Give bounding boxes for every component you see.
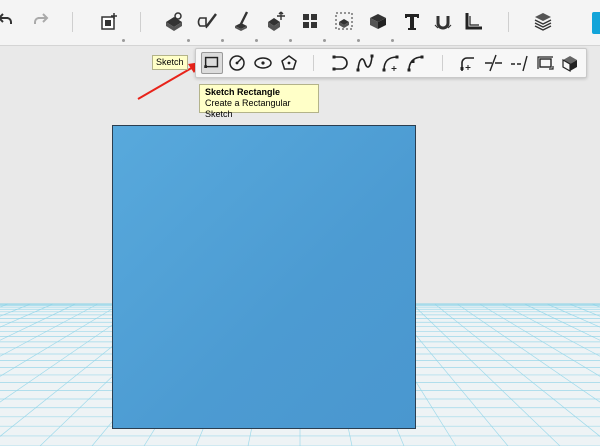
measure-button[interactable] [461, 8, 487, 34]
sub-toolbar-separator [442, 55, 443, 71]
sketch-extend-icon [511, 55, 528, 72]
redo-icon [34, 13, 49, 24]
sketch-fillet-icon [460, 57, 474, 71]
sketch-project-icon [562, 56, 577, 73]
primitives-icon [101, 13, 117, 30]
toolbar-separator [140, 12, 141, 32]
sketch-polygon-button[interactable] [278, 52, 300, 74]
undo-button[interactable] [0, 8, 18, 34]
dropdown-dot [357, 39, 360, 42]
material-button[interactable] [530, 8, 556, 34]
sketch-trim-icon [485, 54, 502, 72]
measure-icon [465, 13, 482, 30]
dropdown-dot [122, 39, 125, 42]
dropdown-dot [221, 39, 224, 42]
modify-button[interactable] [229, 8, 255, 34]
sketch-sub-toolbar [195, 48, 587, 78]
sketch-polyline-icon [332, 55, 348, 71]
sketch-trim-button[interactable] [482, 52, 504, 74]
undo-icon [0, 13, 12, 24]
group-button[interactable] [331, 8, 357, 34]
brand-corner[interactable] [592, 12, 600, 34]
construct-button[interactable] [161, 8, 187, 34]
sketch-fillet-button[interactable] [456, 52, 478, 74]
sketch-spline-button[interactable] [354, 52, 376, 74]
dropdown-dot [391, 39, 394, 42]
dropdown-dot [255, 39, 258, 42]
sketch-tooltip: Sketch [152, 55, 188, 70]
sketch-rectangle-tooltip: Sketch Rectangle Create a Rectangular Sk… [199, 84, 319, 119]
sketch-ellipse-icon [254, 57, 272, 69]
combine-button[interactable] [365, 8, 391, 34]
toolbar-separator [508, 12, 509, 32]
tooltip-description: Create a Rectangular Sketch [205, 98, 291, 119]
sketch-ellipse-button[interactable] [252, 52, 274, 74]
sketch-spline-icon [356, 54, 374, 72]
primitives-button[interactable] [96, 8, 122, 34]
sketch-polygon-icon [281, 55, 297, 70]
material-icon [534, 13, 552, 31]
sub-toolbar-separator [313, 55, 314, 71]
dropdown-dot [323, 39, 326, 42]
sketch-offset-icon [537, 56, 554, 70]
snap-button[interactable] [430, 8, 456, 34]
construct-icon [166, 12, 182, 31]
blue-box-object[interactable] [112, 125, 416, 429]
sketch-button[interactable] [195, 8, 221, 34]
group-icon [335, 12, 353, 30]
transform-icon [268, 11, 285, 31]
pattern-button[interactable] [297, 8, 323, 34]
sketch-circle-button[interactable] [226, 52, 248, 74]
sketch-project-button[interactable] [559, 52, 581, 74]
modify-icon [235, 11, 249, 31]
dropdown-dot [187, 39, 190, 42]
pattern-icon [303, 14, 317, 28]
combine-icon [370, 14, 386, 29]
sketch-polyline-button[interactable] [329, 52, 351, 74]
sketch-extend-button[interactable] [508, 52, 530, 74]
sketch-icon [197, 13, 217, 29]
transform-button[interactable] [263, 8, 289, 34]
sketch-rectangle-icon [204, 56, 219, 68]
sketch-two-point-arc-button[interactable] [379, 52, 401, 74]
text-icon [405, 14, 419, 30]
toolbar-separator [72, 12, 73, 32]
sketch-two-point-arc-icon [382, 55, 399, 72]
redo-button[interactable] [28, 8, 54, 34]
main-toolbar [0, 0, 600, 46]
sketch-three-point-arc-icon [407, 55, 424, 72]
tooltip-title: Sketch Rectangle [205, 87, 281, 97]
sketch-rectangle-button[interactable] [201, 52, 223, 74]
sketch-offset-button[interactable] [534, 52, 556, 74]
text-button[interactable] [399, 8, 425, 34]
dropdown-dot [289, 39, 292, 42]
sketch-circle-icon [229, 55, 245, 71]
sketch-three-point-arc-button[interactable] [404, 52, 426, 74]
snap-icon [434, 16, 452, 30]
